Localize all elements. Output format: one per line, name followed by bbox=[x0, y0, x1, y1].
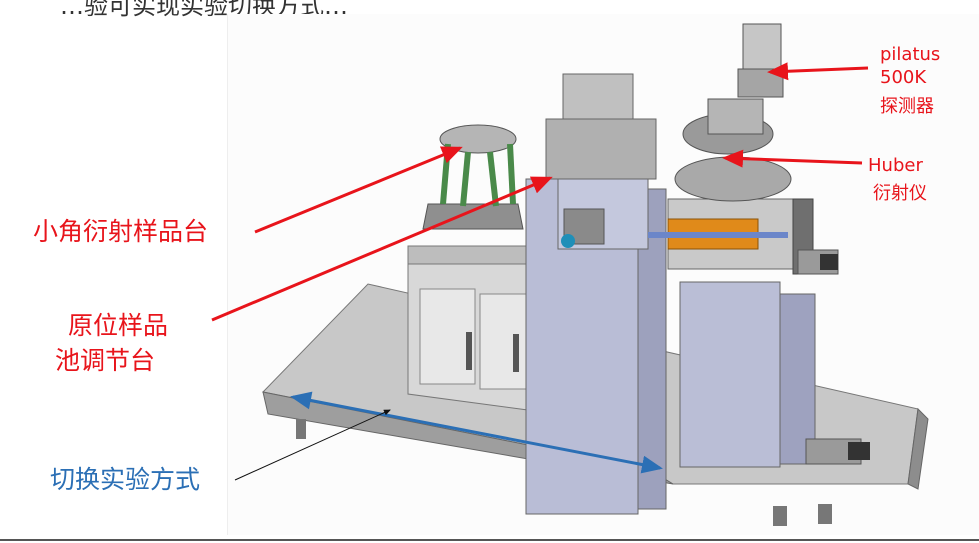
arrow-switch-range bbox=[290, 391, 663, 474]
label-in-situ-stage-line1: 原位样品 bbox=[68, 311, 169, 340]
label-pilatus-line1: pilatus bbox=[880, 44, 941, 65]
arrow-huber bbox=[722, 149, 863, 168]
arrow-in-situ bbox=[211, 176, 553, 322]
label-small-angle-stage: 小角衍射样品台 bbox=[33, 217, 209, 246]
label-switch-mode: 切换实验方式 bbox=[50, 465, 201, 494]
bottom-divider bbox=[0, 539, 979, 541]
arrow-small-angle bbox=[254, 146, 463, 234]
label-in-situ-stage-line2: 池调节台 bbox=[55, 346, 156, 375]
arrow-switch-mode bbox=[234, 409, 391, 481]
label-huber-line2: 衍射仪 bbox=[873, 183, 927, 204]
arrow-pilatus bbox=[767, 62, 869, 81]
label-pilatus-line3: 探测器 bbox=[880, 96, 934, 117]
label-huber-line1: Huber bbox=[868, 155, 923, 176]
label-pilatus-line2: 500K bbox=[880, 67, 927, 88]
